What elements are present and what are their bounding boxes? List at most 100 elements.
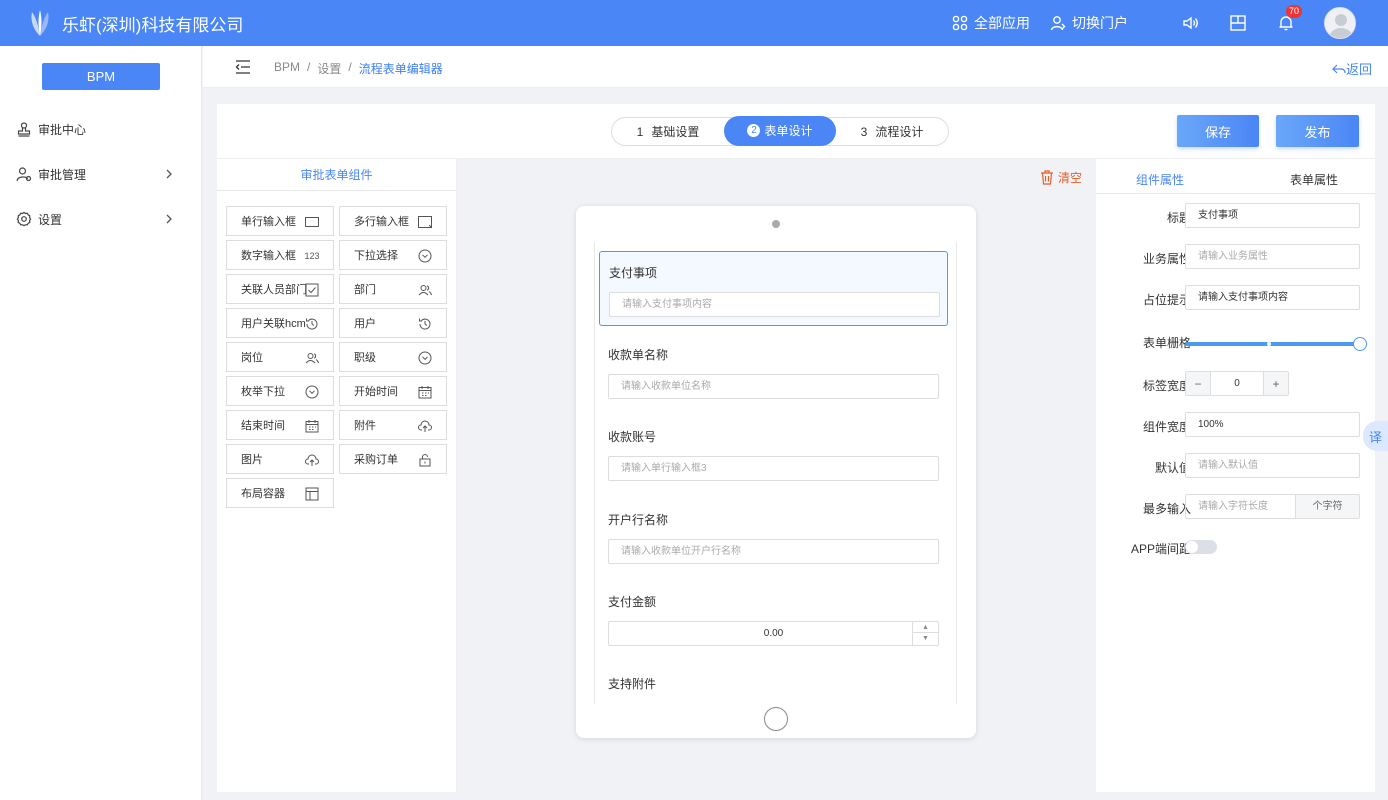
sidebar-item-label: 审批管理 xyxy=(38,167,87,182)
tab-component-props[interactable]: 组件属性 xyxy=(1136,171,1184,188)
switch-portal-link[interactable]: 切换门户 xyxy=(1050,13,1128,33)
decrement-button[interactable]: − xyxy=(1186,372,1210,395)
input-icon xyxy=(305,215,319,229)
default-value-input[interactable]: 请输入默认值 xyxy=(1185,453,1360,478)
max-length-field[interactable]: 请输入字符长度 xyxy=(1186,495,1295,518)
decrement-icon[interactable]: ▼ xyxy=(913,633,938,644)
step-number: 2 xyxy=(747,124,761,137)
field-label: 收款账号 xyxy=(608,430,657,444)
translate-button[interactable]: 译 xyxy=(1363,421,1388,451)
layout-button[interactable] xyxy=(1228,13,1248,33)
component-label: 数字输入框 xyxy=(241,250,296,262)
component-multi-input[interactable]: 多行输入框 xyxy=(339,206,447,236)
gear-icon xyxy=(16,211,32,227)
form-field-attachment[interactable]: 支持附件 xyxy=(599,663,948,704)
component-select[interactable]: 下拉选择 xyxy=(339,240,447,270)
component-purchase-order[interactable]: 采购订单 xyxy=(339,444,447,474)
step-number: 3 xyxy=(860,124,868,139)
breadcrumb-item[interactable]: 设置 xyxy=(317,60,341,77)
max-length-input[interactable]: 请输入字符长度 个字符 xyxy=(1185,494,1360,519)
component-enum-select[interactable]: 枚举下拉 xyxy=(226,376,334,406)
tab-form-props[interactable]: 表单属性 xyxy=(1290,171,1338,188)
component-label: 附件 xyxy=(354,420,376,432)
components-panel-title: 审批表单组件 xyxy=(217,159,456,191)
step-basic-settings[interactable]: 1 基础设置 xyxy=(612,117,724,146)
component-related-person-dept[interactable]: 关联人员部门 xyxy=(226,274,334,304)
placeholder-input[interactable]: 请输入支付事项内容 xyxy=(1185,285,1360,310)
back-link[interactable]: 返回 xyxy=(1332,59,1372,78)
breadcrumb: BPM / 设置 / 流程表单编辑器 xyxy=(274,60,443,77)
publish-button[interactable]: 发布 xyxy=(1276,115,1359,147)
form-field-payee-name[interactable]: 收款单名称 请输入收款单位名称 xyxy=(599,334,948,409)
number-spinner[interactable]: ▲ ▼ xyxy=(912,622,938,645)
save-button[interactable]: 保存 xyxy=(1177,115,1259,147)
notification-badge: 70 xyxy=(1286,5,1303,18)
component-label: 单行输入框 xyxy=(241,216,296,228)
number-icon: 123 xyxy=(304,251,320,261)
properties-panel: 组件属性 表单属性 标题 支付事项 业务属性 请输入业务属性 占位提示 请输入支… xyxy=(1096,158,1375,792)
component-layout-container[interactable]: 布局容器 xyxy=(226,478,334,508)
component-number-input[interactable]: 数字输入框 123 xyxy=(226,240,334,270)
form-field-payment-item[interactable]: 支付事项 请输入支付事项内容 xyxy=(599,251,948,326)
step-form-design[interactable]: 2 表单设计 xyxy=(724,115,836,146)
increment-icon[interactable]: ▲ xyxy=(913,622,938,633)
step-flow-design[interactable]: 3 流程设计 xyxy=(836,117,948,146)
form-field-payee-account[interactable]: 收款账号 请输入单行输入框3 xyxy=(599,416,948,491)
form-field-amount[interactable]: 支付金额 0.00 ▲ ▼ xyxy=(599,581,948,656)
clear-button[interactable]: 清空 xyxy=(1040,169,1082,186)
phone-screen: 支付事项 请输入支付事项内容 收款单名称 请输入收款单位名称 收款账号 请输入单… xyxy=(594,242,957,704)
switch-portal-label: 切换门户 xyxy=(1072,15,1128,31)
notification-button[interactable]: 70 xyxy=(1276,5,1303,33)
prop-label-label-width: 标签宽度 xyxy=(1142,379,1191,393)
title-input[interactable]: 支付事项 xyxy=(1185,203,1360,228)
menu-fold-icon[interactable] xyxy=(235,59,251,75)
field-input[interactable]: 请输入支付事项内容 xyxy=(609,292,940,317)
form-field-bank-name[interactable]: 开户行名称 请输入收款单位开户行名称 xyxy=(599,499,948,574)
sidebar: BPM 审批中心 审批管理 设置 xyxy=(0,46,202,800)
sound-button[interactable] xyxy=(1180,13,1200,33)
all-apps-link[interactable]: 全部应用 xyxy=(952,13,1030,33)
amount-input[interactable]: 0.00 ▲ ▼ xyxy=(608,621,939,646)
component-attachment[interactable]: 附件 xyxy=(339,410,447,440)
user-switch-icon xyxy=(1050,16,1066,31)
component-label: 下拉选择 xyxy=(354,250,398,262)
component-user[interactable]: 用户 xyxy=(339,308,447,338)
bpm-app-button[interactable]: BPM xyxy=(42,63,160,90)
biz-attr-input[interactable]: 请输入业务属性 xyxy=(1185,244,1360,269)
components-panel: 审批表单组件 单行输入框 多行输入框 数字输入框 123 下拉选择 关联人员部门 xyxy=(217,158,457,792)
component-user-hcm[interactable]: 用户关联hcm xyxy=(226,308,334,338)
field-label: 开户行名称 xyxy=(608,513,669,527)
component-department[interactable]: 部门 xyxy=(339,274,447,304)
sidebar-item-approval-center[interactable]: 审批中心 xyxy=(16,119,188,139)
component-end-time[interactable]: 结束时间 xyxy=(226,410,334,440)
label-width-value[interactable]: 0 xyxy=(1210,372,1264,395)
component-label: 职级 xyxy=(354,352,376,364)
steps-bar: 1 基础设置 2 表单设计 3 流程设计 xyxy=(611,115,949,146)
breadcrumb-item[interactable]: BPM xyxy=(274,60,300,77)
history-icon xyxy=(418,317,432,331)
component-label: 枚举下拉 xyxy=(241,386,285,398)
component-label: 图片 xyxy=(241,454,263,466)
component-start-time[interactable]: 开始时间 xyxy=(339,376,447,406)
component-width-input[interactable]: 100% xyxy=(1185,412,1360,437)
prop-label-biz: 业务属性 xyxy=(1142,252,1191,266)
sidebar-item-settings[interactable]: 设置 xyxy=(16,209,188,229)
slider-handle[interactable] xyxy=(1353,337,1367,351)
user-avatar[interactable] xyxy=(1324,7,1356,39)
field-input[interactable]: 请输入收款单位开户行名称 xyxy=(608,539,939,564)
lock-icon xyxy=(418,453,432,467)
sidebar-item-approval-management[interactable]: 审批管理 xyxy=(16,164,188,184)
component-single-input[interactable]: 单行输入框 xyxy=(226,206,334,236)
company-logo xyxy=(31,10,49,36)
field-input[interactable]: 请输入单行输入框3 xyxy=(608,456,939,481)
component-image[interactable]: 图片 xyxy=(226,444,334,474)
prop-label-placeholder: 占位提示 xyxy=(1142,293,1191,307)
component-position[interactable]: 岗位 xyxy=(226,342,334,372)
component-rank[interactable]: 职级 xyxy=(339,342,447,372)
app-spacing-toggle[interactable] xyxy=(1185,540,1217,554)
grid-slider[interactable] xyxy=(1185,337,1367,351)
increment-button[interactable]: + xyxy=(1264,372,1288,395)
field-input[interactable]: 请输入收款单位名称 xyxy=(608,374,939,399)
all-apps-label: 全部应用 xyxy=(974,15,1030,31)
step-number: 1 xyxy=(636,124,644,139)
